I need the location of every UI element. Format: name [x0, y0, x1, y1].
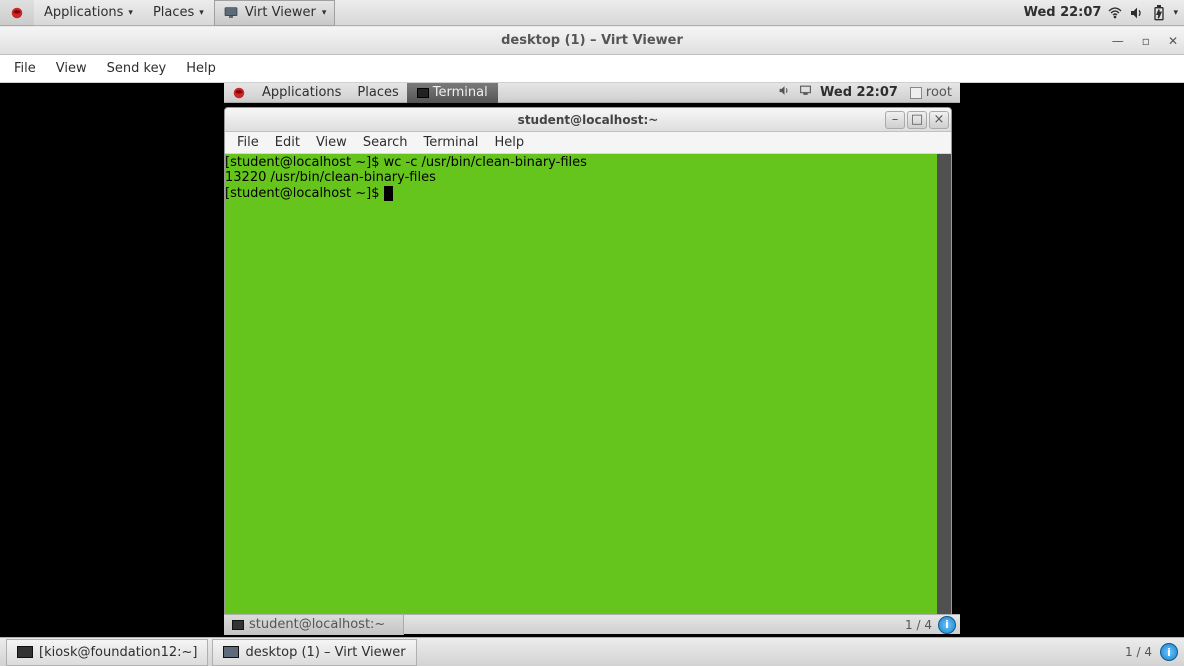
- terminal-window-controls: – □ ×: [885, 111, 949, 129]
- terminal-icon: [417, 88, 429, 98]
- host-clock[interactable]: Wed 22:07: [1024, 5, 1102, 20]
- vv-menu-help[interactable]: Help: [178, 57, 224, 80]
- redhat-icon: [232, 86, 246, 100]
- term-menu-help[interactable]: Help: [486, 133, 532, 152]
- close-button[interactable]: ×: [929, 111, 949, 129]
- battery-icon[interactable]: [1151, 5, 1167, 21]
- terminal-line: 13220 /usr/bin/clean-binary-files: [225, 171, 937, 186]
- display-icon: [223, 646, 239, 658]
- term-menu-search[interactable]: Search: [355, 133, 416, 152]
- user-square-icon: [910, 87, 922, 99]
- guest-desktop: Applications Places Terminal Wed 22:07 r…: [224, 83, 960, 634]
- virt-viewer-display[interactable]: Applications Places Terminal Wed 22:07 r…: [0, 83, 1184, 637]
- guest-user-menu[interactable]: root: [906, 85, 956, 100]
- guest-bottom-panel: student@localhost:~ 1 / 4 i: [224, 614, 960, 634]
- guest-top-panel: Applications Places Terminal Wed 22:07 r…: [224, 83, 960, 103]
- notification-icon[interactable]: i: [938, 616, 956, 634]
- minimize-button[interactable]: —: [1112, 34, 1124, 48]
- maximize-button[interactable]: □: [907, 111, 927, 129]
- terminal-prompt: [student@localhost ~]$: [225, 186, 384, 201]
- guest-menu-places-label: Places: [357, 85, 398, 100]
- terminal-title: student@localhost:~: [518, 113, 659, 127]
- volume-icon[interactable]: [1129, 5, 1145, 21]
- host-menu-applications-label: Applications: [44, 5, 123, 20]
- chevron-down-icon: ▾: [128, 8, 133, 18]
- host-task-virtviewer[interactable]: desktop (1) – Virt Viewer: [212, 639, 416, 666]
- virt-viewer-menubar: File View Send key Help: [0, 55, 1184, 83]
- terminal-line: [student@localhost ~]$: [225, 186, 937, 202]
- host-task-terminal[interactable]: [kiosk@foundation12:~]: [6, 639, 208, 666]
- guest-user-label: root: [926, 85, 952, 100]
- term-menu-file[interactable]: File: [229, 133, 267, 152]
- terminal-scrollbar[interactable]: [937, 154, 951, 620]
- guest-taskbar-terminal[interactable]: Terminal: [407, 83, 498, 103]
- host-running-app[interactable]: Virt Viewer ▾: [214, 0, 336, 26]
- terminal-icon: [232, 620, 244, 630]
- terminal-cursor: [384, 186, 393, 201]
- guest-menu-applications[interactable]: Applications: [254, 85, 349, 100]
- term-menu-view[interactable]: View: [308, 133, 355, 152]
- host-bottom-panel: [kiosk@foundation12:~] desktop (1) – Vir…: [0, 637, 1184, 666]
- maximize-button[interactable]: ▫: [1142, 34, 1150, 48]
- vv-menu-view[interactable]: View: [48, 57, 95, 80]
- terminal-line: [student@localhost ~]$ wc -c /usr/bin/cl…: [225, 156, 937, 171]
- guest-activities-hat[interactable]: [224, 86, 254, 100]
- host-top-panel: Applications ▾ Places ▾ Virt Viewer ▾ We…: [0, 0, 1184, 26]
- guest-workspace-indicator[interactable]: 1 / 4: [905, 618, 932, 632]
- redhat-icon: [10, 6, 24, 20]
- terminal-icon: [17, 646, 33, 658]
- host-task-virtviewer-label: desktop (1) – Virt Viewer: [245, 645, 405, 660]
- vv-menu-file[interactable]: File: [6, 57, 44, 80]
- minimize-button[interactable]: –: [885, 111, 905, 129]
- host-menu-places-label: Places: [153, 5, 194, 20]
- guest-bottom-task-terminal[interactable]: student@localhost:~: [224, 615, 404, 635]
- guest-bottom-right: 1 / 4 i: [905, 616, 960, 634]
- chevron-down-icon: ▾: [322, 8, 327, 18]
- terminal-menubar: File Edit View Search Terminal Help: [225, 132, 951, 154]
- term-menu-edit[interactable]: Edit: [267, 133, 308, 152]
- host-bottom-right: 1 / 4 i: [1125, 643, 1184, 661]
- host-menu-applications[interactable]: Applications ▾: [34, 0, 143, 26]
- terminal-titlebar[interactable]: student@localhost:~ – □ ×: [225, 108, 951, 132]
- terminal-window: student@localhost:~ – □ × File Edit View…: [224, 107, 952, 621]
- chevron-down-icon: ▾: [199, 8, 204, 18]
- host-panel-left: Applications ▾ Places ▾ Virt Viewer ▾: [0, 0, 335, 26]
- virt-viewer-window: desktop (1) – Virt Viewer — ▫ ✕ File Vie…: [0, 27, 1184, 637]
- host-running-app-label: Virt Viewer: [245, 5, 316, 20]
- display-icon: [223, 5, 239, 21]
- virt-viewer-window-controls: — ▫ ✕: [1112, 34, 1178, 48]
- terminal-text[interactable]: [student@localhost ~]$ wc -c /usr/bin/cl…: [225, 154, 937, 620]
- notification-icon[interactable]: i: [1160, 643, 1178, 661]
- guest-taskbar-terminal-label: Terminal: [433, 85, 488, 100]
- host-panel-right: Wed 22:07 ▾: [1024, 5, 1184, 21]
- wifi-icon[interactable]: [1107, 5, 1123, 21]
- chevron-down-icon[interactable]: ▾: [1173, 8, 1178, 18]
- host-workspace-indicator[interactable]: 1 / 4: [1125, 645, 1152, 659]
- host-menu-places[interactable]: Places ▾: [143, 0, 214, 26]
- volume-icon[interactable]: [778, 84, 791, 101]
- guest-bottom-task-label: student@localhost:~: [249, 617, 385, 632]
- guest-menu-applications-label: Applications: [262, 85, 341, 100]
- guest-clock[interactable]: Wed 22:07: [820, 85, 898, 100]
- maximize-glyph: □: [911, 112, 923, 127]
- terminal-body[interactable]: [student@localhost ~]$ wc -c /usr/bin/cl…: [225, 154, 951, 620]
- virt-viewer-titlebar[interactable]: desktop (1) – Virt Viewer — ▫ ✕: [0, 27, 1184, 55]
- virt-viewer-title: desktop (1) – Virt Viewer: [501, 33, 683, 48]
- guest-menu-places[interactable]: Places: [349, 85, 406, 100]
- close-glyph: ×: [934, 112, 945, 127]
- minimize-glyph: –: [892, 112, 899, 127]
- vv-menu-sendkey[interactable]: Send key: [99, 57, 175, 80]
- close-button[interactable]: ✕: [1168, 34, 1178, 48]
- host-activities-hat[interactable]: [0, 0, 34, 26]
- network-icon[interactable]: [799, 84, 812, 101]
- host-task-terminal-label: [kiosk@foundation12:~]: [39, 645, 197, 660]
- guest-panel-right: Wed 22:07 root: [778, 84, 960, 101]
- term-menu-terminal[interactable]: Terminal: [415, 133, 486, 152]
